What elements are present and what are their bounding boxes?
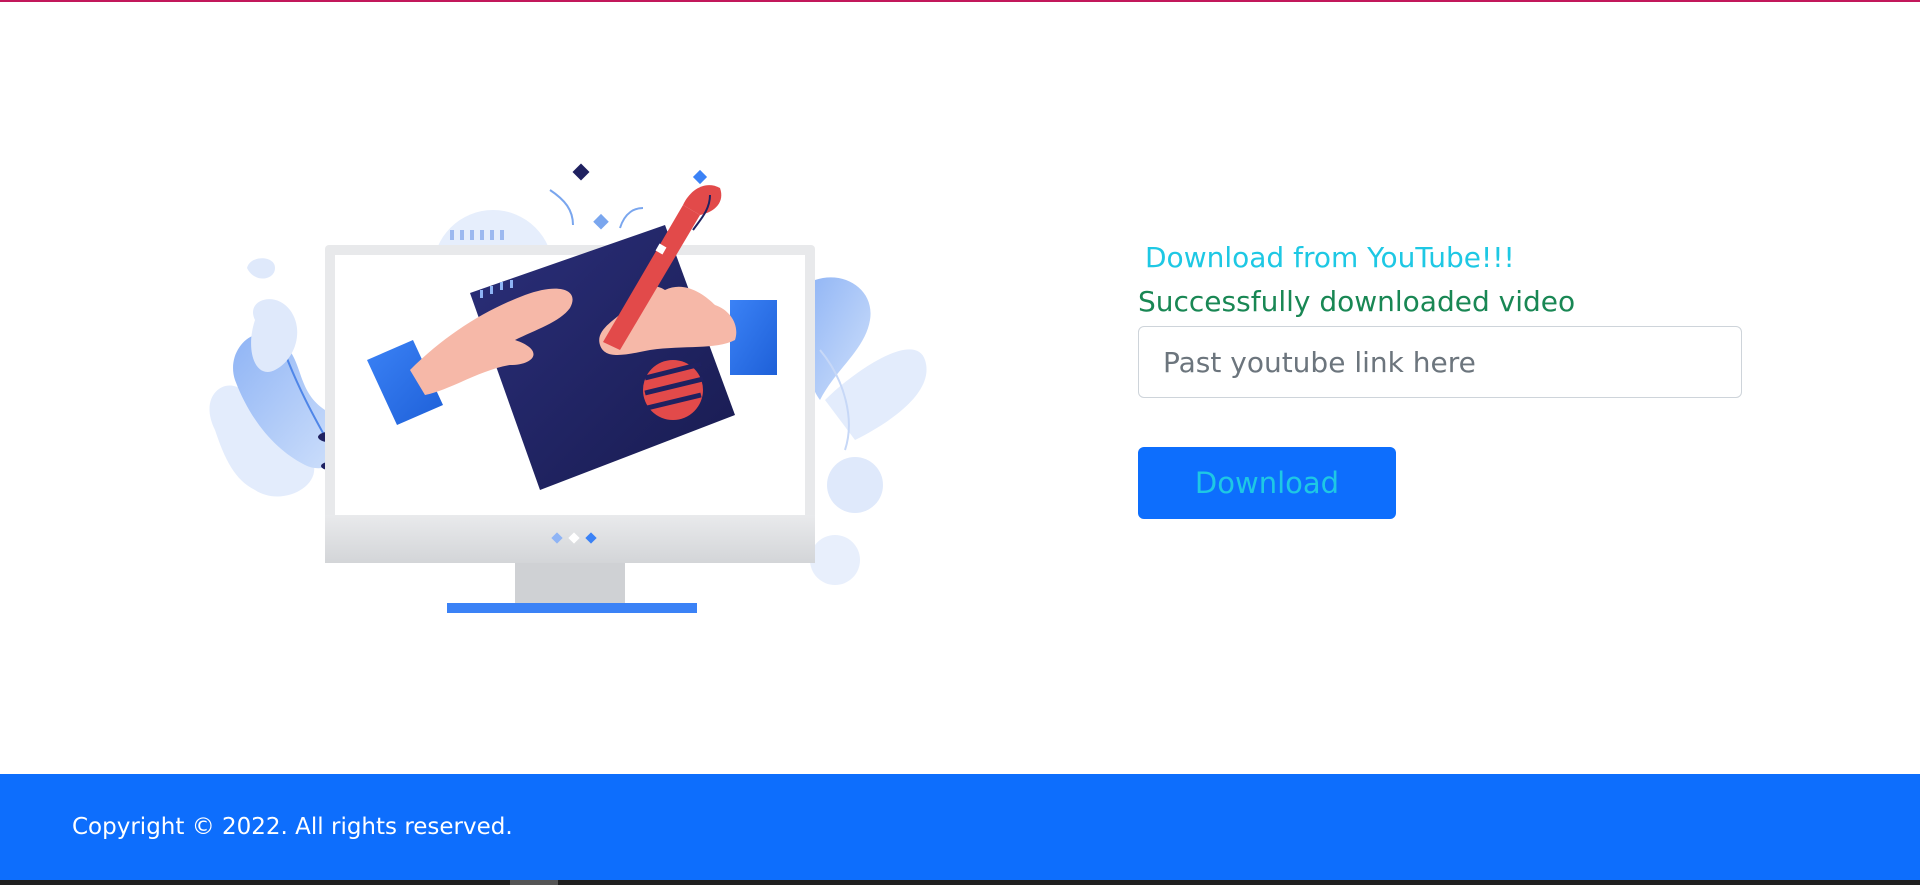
hero-illustration [195, 150, 935, 620]
monitor-drawing-illustration [209, 163, 927, 613]
top-accent-line [0, 0, 1920, 2]
footer: Copyright © 2022. All rights reserved. [0, 774, 1920, 880]
copyright-text: Copyright © 2022. All rights reserved. [72, 814, 513, 840]
youtube-link-input[interactable] [1138, 326, 1742, 398]
page: Download from YouTube!!! Successfully do… [0, 0, 1920, 885]
page-heading: Download from YouTube!!! [1145, 241, 1515, 274]
download-panel: Download from YouTube!!! Successfully do… [1138, 236, 1743, 519]
horizontal-scrollbar[interactable] [0, 880, 1920, 885]
download-button[interactable]: Download [1138, 447, 1396, 519]
scrollbar-thumb[interactable] [510, 880, 558, 885]
success-message: Successfully downloaded video [1138, 285, 1576, 318]
